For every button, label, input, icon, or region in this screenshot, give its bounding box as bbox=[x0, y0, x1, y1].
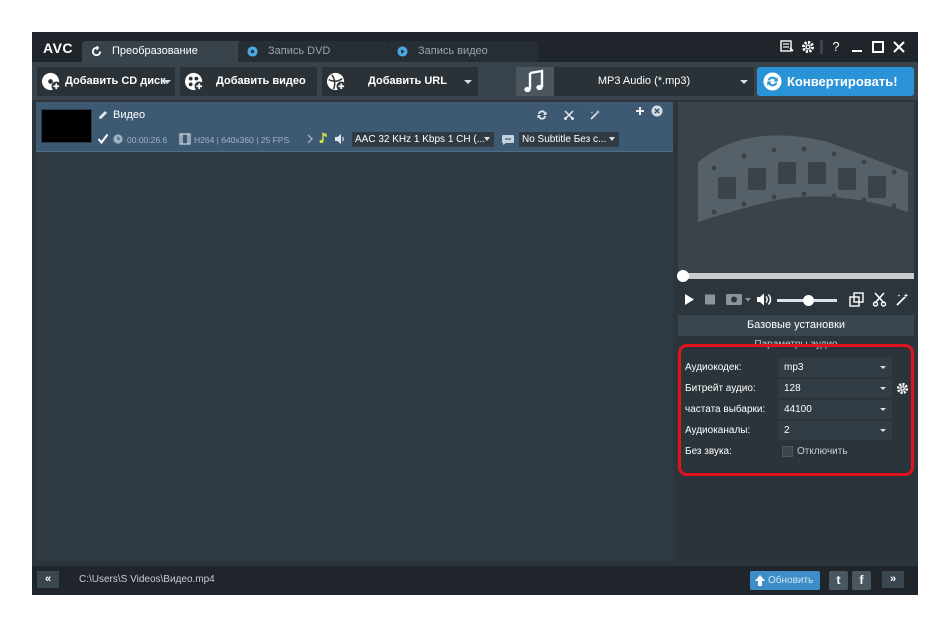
add-video-button[interactable]: Добавить видео bbox=[180, 67, 317, 96]
gear-icon[interactable] bbox=[800, 40, 816, 54]
facebook-icon[interactable]: f bbox=[852, 571, 871, 590]
app-logo: AVC bbox=[43, 40, 74, 56]
volume-handle[interactable] bbox=[803, 295, 814, 306]
chevron-right-icon[interactable] bbox=[306, 133, 314, 145]
add-disc-icon bbox=[41, 72, 62, 92]
add-url-globe-icon bbox=[326, 72, 347, 92]
audio-track-value: AAC 32 KHz 1 Kbps 1 CH (... bbox=[355, 134, 486, 145]
tab-convert-label: Преобразование bbox=[112, 45, 198, 57]
tab-record-label: Запись видео bbox=[418, 45, 488, 57]
twitter-icon[interactable]: t bbox=[829, 571, 848, 590]
add-cd-button[interactable]: Добавить CD диск bbox=[37, 67, 175, 96]
add-video-icon bbox=[184, 72, 205, 92]
audio-track-select[interactable]: AAC 32 KHz 1 Kbps 1 CH (... bbox=[352, 132, 494, 147]
disc-icon bbox=[247, 46, 258, 57]
chevron-down-icon[interactable] bbox=[464, 80, 472, 84]
file-list: Видео 00:00:26.6 H264 | 640x360 | 25 FPS… bbox=[36, 102, 673, 561]
status-bar: « C:\Users\S Videos\Видео.mp4 Обновить t… bbox=[32, 566, 918, 595]
separator bbox=[820, 40, 823, 54]
format-music-icon bbox=[516, 67, 554, 96]
collapse-button[interactable]: « bbox=[37, 571, 59, 588]
snapshot-camera-icon[interactable] bbox=[725, 292, 753, 307]
add-video-label: Добавить видео bbox=[216, 75, 306, 87]
film-icon bbox=[179, 133, 191, 145]
close-icon[interactable] bbox=[891, 40, 907, 54]
subtitle-select[interactable]: No Subtitle Без с... bbox=[519, 132, 619, 147]
update-label: Обновить bbox=[768, 575, 814, 586]
scissors-icon[interactable] bbox=[563, 109, 575, 121]
magic-wand-icon[interactable] bbox=[589, 109, 601, 121]
update-button[interactable]: Обновить bbox=[750, 571, 820, 590]
chevron-down-icon bbox=[609, 137, 615, 141]
subtitle-value: No Subtitle Без с... bbox=[522, 134, 607, 145]
tab-record[interactable]: Запись видео bbox=[388, 41, 538, 62]
speaker-icon bbox=[335, 134, 344, 144]
file-name: Видео bbox=[113, 109, 146, 121]
add-url-button[interactable]: Добавить URL bbox=[322, 67, 478, 96]
maximize-icon[interactable] bbox=[870, 40, 886, 54]
sync-icon[interactable] bbox=[536, 109, 548, 121]
pencil-icon[interactable] bbox=[97, 109, 109, 121]
tab-dvd-label: Запись DVD bbox=[268, 45, 331, 57]
add-cd-label: Добавить CD диск bbox=[65, 75, 166, 87]
player-controls bbox=[678, 287, 914, 313]
settings-header[interactable]: Базовые установки bbox=[678, 315, 914, 336]
plus-icon[interactable] bbox=[634, 105, 646, 117]
play-icon[interactable] bbox=[683, 293, 695, 306]
stop-icon[interactable] bbox=[704, 293, 716, 306]
video-info: H264 | 640x360 | 25 FPS bbox=[194, 135, 290, 145]
expand-button[interactable]: » bbox=[882, 571, 904, 588]
arrow-up-icon bbox=[755, 575, 765, 586]
output-format-select[interactable]: MP3 Audio (*.mp3) bbox=[516, 67, 754, 96]
checkbox-checked-icon[interactable] bbox=[97, 133, 109, 145]
log-icon[interactable] bbox=[779, 40, 795, 54]
title-bar: AVC Преобразование Запись DVD Запись вид… bbox=[32, 32, 918, 62]
format-label: MP3 Audio (*.mp3) bbox=[597, 75, 691, 87]
convert-button[interactable]: Конвертировать! bbox=[757, 67, 914, 96]
chevron-down-icon[interactable] bbox=[740, 80, 748, 84]
add-url-label: Добавить URL bbox=[368, 75, 447, 87]
preview-area bbox=[678, 102, 914, 275]
chevron-down-icon bbox=[484, 137, 490, 141]
scissors-icon[interactable] bbox=[872, 292, 887, 307]
duration: 00:00:26.6 bbox=[127, 135, 168, 145]
detach-window-icon[interactable] bbox=[849, 292, 864, 307]
film-reel-icon bbox=[698, 135, 908, 222]
subtitle-bubble-icon bbox=[502, 135, 514, 145]
refresh-icon bbox=[763, 72, 782, 91]
clock-icon bbox=[113, 134, 123, 144]
magic-wand-icon[interactable] bbox=[895, 292, 910, 307]
volume-icon[interactable] bbox=[756, 292, 774, 307]
play-circle-icon bbox=[397, 46, 408, 57]
video-thumbnail bbox=[41, 109, 92, 143]
chevron-down-icon[interactable] bbox=[163, 80, 171, 84]
tab-convert[interactable]: Преобразование bbox=[82, 41, 242, 62]
highlight-frame bbox=[678, 344, 914, 476]
app-window: AVC Преобразование Запись DVD Запись вид… bbox=[32, 32, 918, 595]
help-button[interactable]: ? bbox=[828, 40, 844, 54]
seek-bar[interactable] bbox=[678, 273, 914, 279]
refresh-icon bbox=[91, 46, 102, 57]
remove-circle-icon[interactable] bbox=[651, 105, 663, 117]
minimize-icon[interactable] bbox=[849, 40, 865, 54]
output-path: C:\Users\S Videos\Видео.mp4 bbox=[79, 574, 215, 585]
seek-handle[interactable] bbox=[677, 270, 689, 282]
file-row[interactable]: Видео 00:00:26.6 H264 | 640x360 | 25 FPS… bbox=[36, 102, 673, 152]
tab-dvd[interactable]: Запись DVD bbox=[238, 41, 388, 62]
convert-label: Конвертировать! bbox=[787, 74, 898, 89]
music-note-icon bbox=[319, 132, 327, 144]
